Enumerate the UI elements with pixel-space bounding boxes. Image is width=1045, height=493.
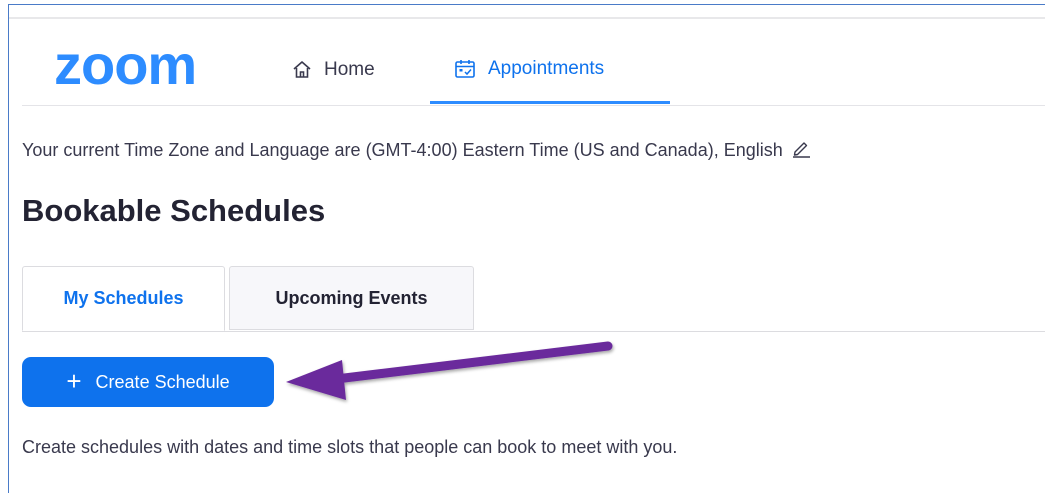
- schedule-tabs: My Schedules Upcoming Events: [22, 266, 1045, 332]
- schedules-description: Create schedules with dates and time slo…: [22, 437, 678, 457]
- nav-home-label: Home: [324, 59, 375, 80]
- nav-item-home[interactable]: Home: [292, 36, 375, 104]
- timezone-text: Your current Time Zone and Language are …: [22, 140, 783, 160]
- home-icon: [292, 60, 312, 80]
- timezone-language-info: Your current Time Zone and Language are …: [22, 138, 811, 163]
- nav-item-appointments[interactable]: Appointments: [430, 36, 670, 104]
- create-schedule-label: Create Schedule: [95, 371, 230, 392]
- top-navigation: zoom Home Appointments: [22, 36, 1045, 106]
- arrow-left-icon: [286, 341, 613, 400]
- tab-my-schedules[interactable]: My Schedules: [22, 266, 225, 331]
- zoom-logo-mark: zoom: [54, 42, 197, 92]
- pencil-icon[interactable]: [791, 138, 811, 163]
- page-title: Bookable Schedules: [22, 193, 326, 228]
- tab-upcoming-events[interactable]: Upcoming Events: [229, 266, 474, 330]
- plus-icon: +: [66, 365, 82, 396]
- svg-text:zoom: zoom: [54, 42, 196, 92]
- zoom-logo[interactable]: zoom: [54, 42, 234, 92]
- nav-appointments-label: Appointments: [488, 57, 605, 79]
- calendar-icon: [454, 59, 476, 79]
- create-schedule-button[interactable]: + Create Schedule: [22, 357, 274, 407]
